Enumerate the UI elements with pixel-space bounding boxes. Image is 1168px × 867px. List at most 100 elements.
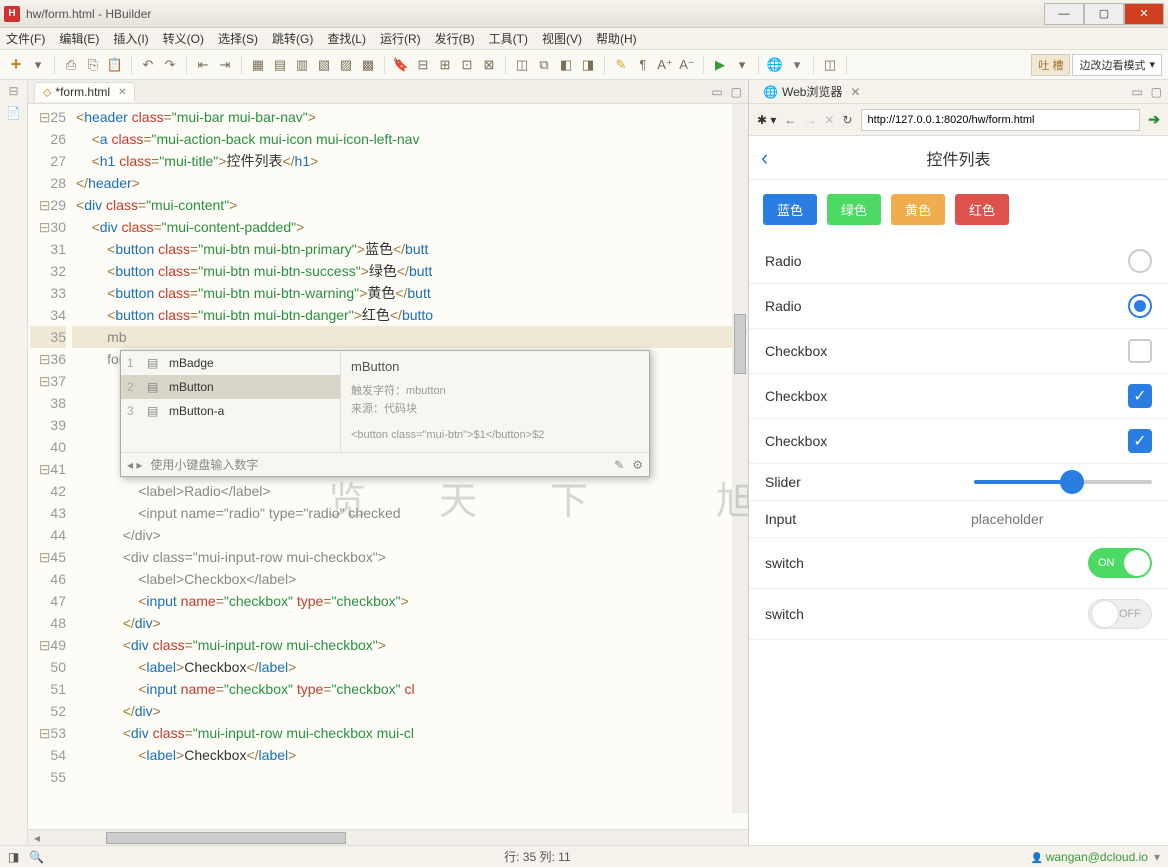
panel-icon[interactable]: ◫ [820, 55, 840, 75]
menu-insert[interactable]: 插入(I) [113, 30, 148, 47]
col3-icon[interactable]: ◧ [556, 55, 576, 75]
checkbox-input-checked[interactable]: ✓ [1128, 429, 1152, 453]
paste-icon[interactable]: 📋 [105, 55, 125, 75]
pin2-icon[interactable]: ⊞ [435, 55, 455, 75]
pin4-icon[interactable]: ⊠ [479, 55, 499, 75]
pin1-icon[interactable]: ⊟ [413, 55, 433, 75]
save-icon[interactable]: ⎙ [61, 55, 81, 75]
go-icon[interactable]: ➔ [1148, 111, 1160, 128]
btn-yellow[interactable]: 黄色 [891, 194, 945, 225]
close-tab-icon[interactable]: ✕ [850, 85, 860, 99]
menu-view[interactable]: 视图(V) [542, 30, 582, 47]
undo-icon[interactable]: ↶ [138, 55, 158, 75]
menu-file[interactable]: 文件(F) [6, 30, 45, 47]
grid3-icon[interactable]: ▥ [292, 55, 312, 75]
menu-publish[interactable]: 发行(B) [435, 30, 475, 47]
pin3-icon[interactable]: ⊡ [457, 55, 477, 75]
edit-icon[interactable]: ✎ [614, 458, 624, 472]
btn-green[interactable]: 绿色 [827, 194, 881, 225]
switch-label: switch [765, 555, 1088, 571]
grid2-icon[interactable]: ▤ [270, 55, 290, 75]
grid1-icon[interactable]: ▦ [248, 55, 268, 75]
run-drop-icon[interactable]: ▾ [732, 55, 752, 75]
forward-icon[interactable]: → [804, 113, 816, 127]
maximize-panel-icon[interactable]: ▢ [731, 85, 742, 99]
outdent-icon[interactable]: ⇤ [193, 55, 213, 75]
view-mode-dropdown[interactable]: 边改边看模式 ▾ [1072, 54, 1162, 76]
menu-tools[interactable]: 工具(T) [489, 30, 528, 47]
text-input[interactable] [971, 511, 1152, 527]
gutter-icon[interactable]: 📄 [6, 106, 21, 120]
switch-on[interactable]: ON [1088, 548, 1152, 578]
status-icon[interactable]: 🔍 [29, 850, 44, 864]
font-dec-icon[interactable]: A⁻ [677, 55, 697, 75]
menu-help[interactable]: 帮助(H) [596, 30, 637, 47]
url-input[interactable] [861, 109, 1141, 131]
run-icon[interactable]: ▶ [710, 55, 730, 75]
grid6-icon[interactable]: ▩ [358, 55, 378, 75]
font-inc-icon[interactable]: A⁺ [655, 55, 675, 75]
grid5-icon[interactable]: ▨ [336, 55, 356, 75]
editor-tab-form[interactable]: ⬦ *form.html ✕ [34, 82, 135, 102]
page-title: 控件列表 [926, 146, 990, 170]
gear-icon[interactable]: ⚙ [632, 458, 643, 472]
menu-escape[interactable]: 转义(O) [163, 30, 204, 47]
btn-blue[interactable]: 蓝色 [763, 194, 817, 225]
back-icon[interactable]: ← [784, 113, 796, 127]
minimize-button[interactable]: — [1044, 3, 1084, 25]
titlebar: H hw/form.html - HBuilder — ▢ ✕ [0, 0, 1168, 28]
menu-edit[interactable]: 编辑(E) [59, 30, 99, 47]
gutter-icon[interactable]: ⊟ [8, 84, 18, 98]
menu-goto[interactable]: 跳转(G) [272, 30, 313, 47]
switch-label: switch [765, 606, 1088, 622]
col1-icon[interactable]: ◫ [512, 55, 532, 75]
close-tab-icon[interactable]: ✕ [118, 87, 126, 98]
slider-label: Slider [765, 474, 944, 490]
btn-red[interactable]: 红色 [955, 194, 1009, 225]
popup-hint: 使用小键盘输入数字 [150, 456, 258, 473]
maximize-button[interactable]: ▢ [1084, 3, 1124, 25]
checkbox-input-checked[interactable]: ✓ [1128, 384, 1152, 408]
slider-input[interactable] [974, 480, 1153, 484]
minimize-panel-icon[interactable]: ▭ [1131, 85, 1142, 99]
dropdown-icon[interactable]: ▾ [1154, 850, 1160, 864]
menu-find[interactable]: 查找(L) [327, 30, 366, 47]
dropdown-icon[interactable]: ▾ [28, 55, 48, 75]
chrome-icon[interactable]: 🌐 [765, 55, 785, 75]
bookmark-icon[interactable]: 🔖 [391, 55, 411, 75]
save-all-icon[interactable]: ⎘ [83, 55, 103, 75]
col4-icon[interactable]: ◨ [578, 55, 598, 75]
stop-icon[interactable]: ✕ [824, 113, 834, 127]
preview-tab-browser[interactable]: 🌐 Web浏览器 ✕ [755, 81, 868, 102]
col2-icon[interactable]: ⧉ [534, 55, 554, 75]
minimize-panel-icon[interactable]: ▭ [711, 85, 722, 99]
status-icon[interactable]: ◨ [8, 850, 19, 864]
maximize-panel-icon[interactable]: ▢ [1151, 85, 1162, 99]
chrome-drop-icon[interactable]: ▾ [787, 55, 807, 75]
autocomplete-item-selected[interactable]: 2▤mButton [121, 375, 340, 399]
menu-select[interactable]: 选择(S) [218, 30, 258, 47]
switch-off[interactable]: OFF [1088, 599, 1152, 629]
close-button[interactable]: ✕ [1124, 3, 1164, 25]
checkbox-input[interactable] [1128, 339, 1152, 363]
radio-input-checked[interactable] [1128, 294, 1152, 318]
input-label: Input [765, 511, 931, 527]
menu-run[interactable]: 运行(R) [380, 30, 421, 47]
redo-icon[interactable]: ↷ [160, 55, 180, 75]
para-icon[interactable]: ¶ [633, 55, 653, 75]
vertical-scrollbar[interactable] [732, 104, 748, 813]
radio-input[interactable] [1128, 249, 1152, 273]
refresh-icon[interactable]: ↻ [842, 113, 852, 127]
autocomplete-item[interactable]: 3▤mButton-a [121, 399, 340, 423]
new-icon[interactable]: + [6, 55, 26, 75]
indent-icon[interactable]: ⇥ [215, 55, 235, 75]
gear-icon[interactable]: ✱ ▾ [757, 113, 776, 127]
autocomplete-item[interactable]: 1▤mBadge [121, 351, 340, 375]
highlight-icon[interactable]: ✎ [611, 55, 631, 75]
feedback-button[interactable]: 吐 槽 [1031, 54, 1070, 76]
horizontal-scrollbar[interactable]: ◂ [28, 829, 748, 845]
grid4-icon[interactable]: ▧ [314, 55, 334, 75]
editor-tabs: ⬦ *form.html ✕ ▭ ▢ [28, 80, 748, 104]
back-chevron-icon[interactable]: ‹ [761, 145, 768, 171]
user-account[interactable]: wangan@dcloud.io [1030, 850, 1148, 864]
